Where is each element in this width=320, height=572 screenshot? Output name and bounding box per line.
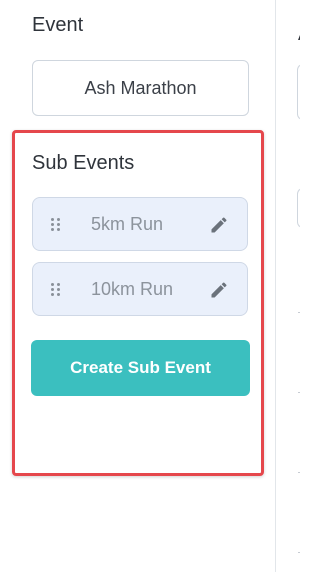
right-panel-field-partial[interactable] (297, 64, 300, 120)
right-panel-row-divider (298, 472, 300, 473)
event-name-field[interactable]: Ash Marathon (32, 60, 249, 116)
event-section-label: Event (32, 14, 84, 36)
sub-events-section-label: Sub Events (32, 152, 135, 174)
right-panel-partial: A (276, 0, 300, 572)
drag-handle-icon[interactable] (51, 283, 61, 297)
sub-event-label: 10km Run (91, 279, 174, 299)
right-panel-row-divider (298, 392, 300, 393)
sub-event-label: 5km Run (91, 214, 164, 234)
event-name-value: Ash Marathon (84, 77, 197, 98)
create-sub-event-button[interactable]: Create Sub Event (31, 340, 250, 396)
right-panel-row-divider (298, 552, 300, 553)
right-panel-row-divider (298, 312, 300, 313)
sub-event-item-10km-run[interactable]: 10km Run (32, 262, 248, 316)
pencil-icon[interactable] (209, 280, 229, 300)
sub-event-item-5km-run[interactable]: 5km Run (32, 197, 248, 251)
right-panel-field-partial[interactable] (297, 188, 300, 228)
drag-handle-icon[interactable] (51, 218, 61, 232)
right-panel-header-partial: A (298, 24, 300, 45)
event-editor-panel: Event Ash Marathon Sub Events 5km Run 10… (0, 0, 275, 572)
pencil-icon[interactable] (209, 215, 229, 235)
